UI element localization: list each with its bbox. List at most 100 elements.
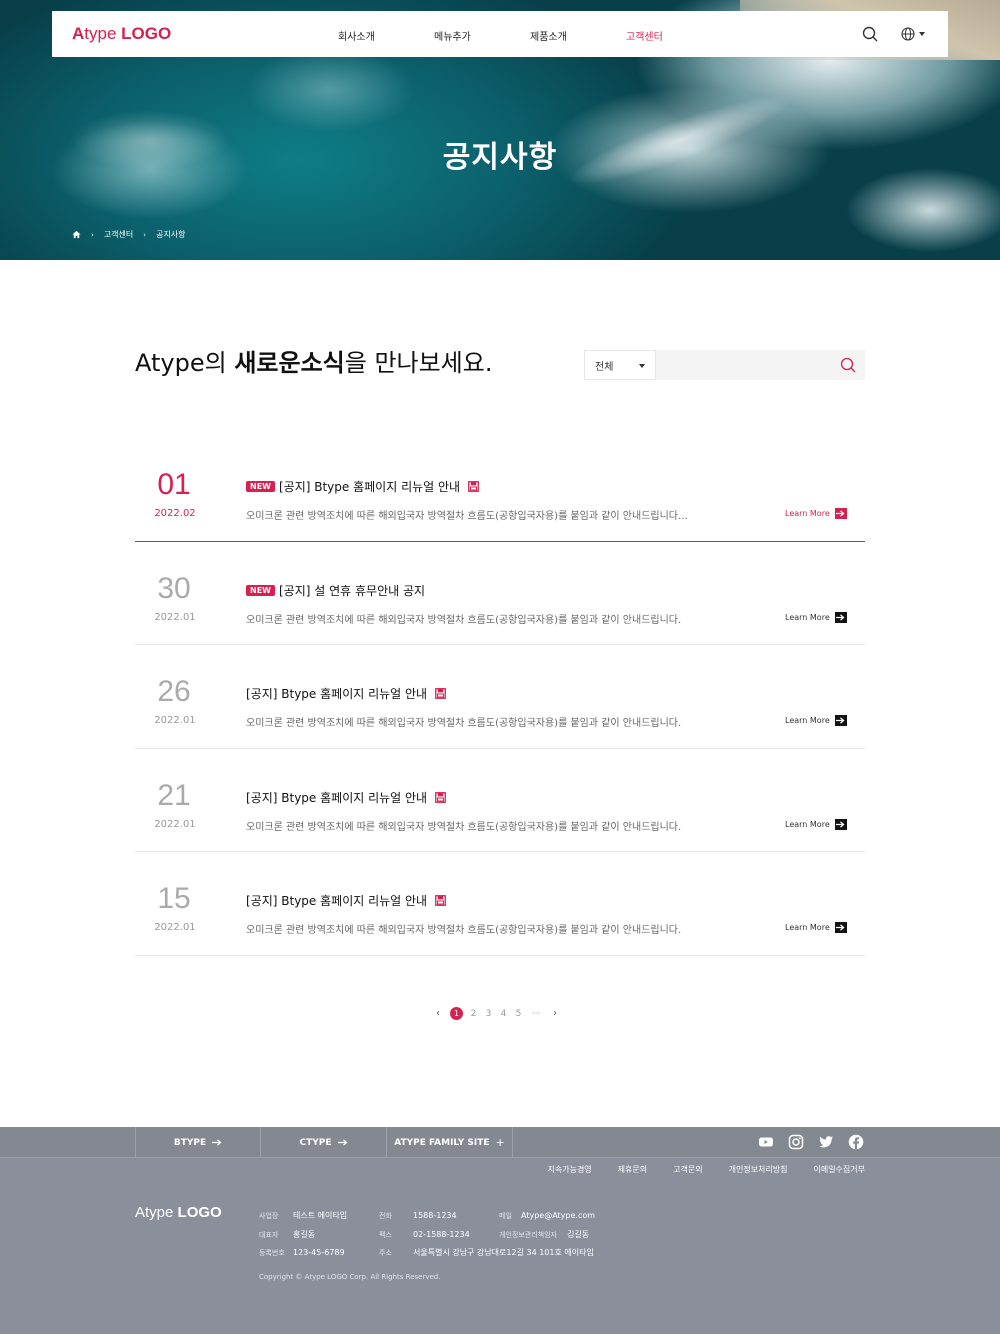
notice-day: 01 — [157, 468, 191, 501]
home-icon[interactable] — [72, 230, 81, 239]
footer-link[interactable]: 지속가능경영 — [548, 1164, 592, 1175]
notice-title-line[interactable]: NEW [공지] Btype 홈페이지 리뉴얼 안내 — [246, 478, 479, 495]
breadcrumb-item[interactable]: 공지사항 — [156, 229, 185, 240]
notice-row[interactable]: 15 2022.01 [공지] Btype 홈페이지 리뉴얼 안내오미크론 관련 방… — [135, 852, 865, 956]
section-headline: Atype의 새로운소식을 만나보세요. — [135, 349, 493, 377]
nav-item-company[interactable]: 회사소개 — [338, 28, 434, 43]
notice-title[interactable]: [공지] Btype 홈페이지 리뉴얼 안내 — [246, 892, 427, 909]
arrow-right-icon — [212, 1139, 222, 1146]
learn-more-link[interactable]: Learn More — [785, 818, 847, 830]
site-logo[interactable]: Atype LOGO — [72, 24, 171, 44]
notice-row[interactable]: 30 2022.01 NEW [공지] 설 연휴 휴무안내 공지오미크론 관련 방역조… — [135, 542, 865, 646]
footer-family-bar: BTYPE CTYPE ATYPE FAMILY SITE + — [0, 1127, 1000, 1158]
caret-down-icon — [919, 32, 925, 36]
notice-day: 26 — [157, 675, 191, 709]
footer-links: 지속가능경영 제휴문의 고객문의 개인정보처리방침 이메일수집거부 — [548, 1164, 866, 1175]
language-selector[interactable] — [901, 26, 929, 42]
notice-title-line[interactable]: NEW [공지] 설 연휴 휴무안내 공지 — [246, 582, 425, 599]
learn-more-link[interactable]: Learn More — [785, 715, 847, 727]
learn-more-link[interactable]: Learn More — [785, 508, 847, 519]
footer-logo: Atype LOGO — [135, 1204, 222, 1221]
notice-title[interactable]: [공지] Btype 홈페이지 리뉴얼 안내 — [246, 789, 427, 806]
search-input[interactable] — [656, 350, 865, 380]
notice-row[interactable]: 01 2022.02 NEW [공지] Btype 홈페이지 리뉴얼 안내 오미크론 관… — [135, 438, 865, 542]
nav-item-menu-add[interactable]: 메뉴추가 — [434, 28, 530, 43]
caret-down-icon — [639, 364, 645, 368]
arrow-right-icon — [834, 715, 847, 727]
plus-icon: + — [495, 1136, 505, 1149]
globe-icon — [901, 27, 915, 41]
notice-row[interactable]: 26 2022.01 [공지] Btype 홈페이지 리뉴얼 안내오미크론 관련 방… — [135, 645, 865, 749]
page-button[interactable]: 1 — [450, 1007, 463, 1020]
notice-title[interactable]: [공지] 설 연휴 휴무안내 공지 — [279, 582, 425, 599]
company-info: 사업장 테스트 에이타입 대표자 홍길동 등록번호 123-45-6789 — [259, 1211, 348, 1257]
social-links — [758, 1134, 864, 1150]
footer: BTYPE CTYPE ATYPE FAMILY SITE + 지속가능경영 제… — [0, 1127, 1000, 1334]
notice-date: 2022.01 — [154, 715, 196, 727]
footer-link[interactable]: 제휴문의 — [618, 1164, 647, 1175]
new-badge: NEW — [246, 584, 275, 596]
arrow-right-icon — [834, 818, 847, 830]
footer-link[interactable]: 개인정보처리방침 — [729, 1164, 788, 1175]
page-ellipsis: ··· — [531, 1008, 541, 1019]
notice-title-line[interactable]: [공지] Btype 홈페이지 리뉴얼 안내 — [246, 789, 447, 806]
arrow-right-icon — [834, 508, 847, 519]
notice-title[interactable]: [공지] Btype 홈페이지 리뉴얼 안내 — [279, 478, 460, 495]
manager-info: 메일 Atype@Atype.com 개인정보관리책임자 김길동 — [499, 1211, 596, 1239]
nav-item-products[interactable]: 제품소개 — [530, 28, 626, 43]
attachment-icon — [435, 791, 447, 803]
notice-summary: 오미크론 관련 방역조치에 따른 해외입국자 방역절차 흐름도(공항입국자용)를… — [246, 718, 682, 730]
page-button[interactable]: 5 — [514, 1009, 523, 1019]
notice-summary: 오미크론 관련 방역조치에 따른 해외입국자 방역절차 흐름도(공항입국자용)를… — [246, 821, 682, 833]
chevron-right-icon[interactable]: › — [549, 1008, 561, 1019]
notice-date: 2022.01 — [154, 611, 196, 623]
arrow-right-icon — [337, 1139, 347, 1146]
notice-title-line[interactable]: [공지] Btype 홈페이지 리뉴얼 안내 — [246, 685, 447, 702]
learn-more-link[interactable]: Learn More — [785, 611, 847, 623]
notice-summary: 오미크론 관련 방역조치에 따른 해외입국자 방역절차 흐름도(공항입국자용)를… — [246, 925, 682, 937]
top-header: Atype LOGO 회사소개 메뉴추가 제품소개 고객센터 — [52, 11, 948, 57]
footer-link[interactable]: 고객문의 — [673, 1164, 702, 1175]
notice-search: 전체 — [584, 350, 865, 380]
arrow-right-icon — [834, 922, 847, 934]
notice-day: 30 — [157, 571, 191, 605]
instagram-icon[interactable] — [788, 1134, 804, 1150]
nav-item-support[interactable]: 고객센터 — [626, 28, 722, 43]
page-button[interactable]: 4 — [499, 1009, 508, 1019]
notice-row[interactable]: 21 2022.01 [공지] Btype 홈페이지 리뉴얼 안내오미크론 관련 방… — [135, 749, 865, 853]
facebook-icon[interactable] — [848, 1134, 864, 1150]
chevron-left-icon[interactable]: ‹ — [432, 1008, 444, 1019]
attachment-icon — [435, 895, 447, 907]
youtube-icon[interactable] — [758, 1134, 774, 1150]
chevron-right-icon: › — [91, 230, 94, 239]
search-category-select[interactable]: 전체 — [584, 350, 656, 380]
notice-title-line[interactable]: [공지] Btype 홈페이지 리뉴얼 안내 — [246, 892, 447, 909]
arrow-right-icon — [834, 611, 847, 623]
notice-title[interactable]: [공지] Btype 홈페이지 리뉴얼 안내 — [246, 685, 427, 702]
notice-date: 2022.01 — [154, 922, 196, 934]
notice-day: 15 — [157, 882, 191, 916]
notice-date: 2022.02 — [154, 508, 196, 519]
family-link-btype[interactable]: BTYPE — [135, 1127, 261, 1158]
copyright: Copyright © Atype LOGO Corp. All Rights … — [259, 1273, 441, 1281]
twitter-icon[interactable] — [818, 1134, 834, 1150]
page-button[interactable]: 2 — [469, 1009, 478, 1019]
search-icon[interactable] — [840, 357, 856, 373]
breadcrumb-item[interactable]: 고객센터 — [104, 229, 133, 240]
learn-more-link[interactable]: Learn More — [785, 922, 847, 934]
breadcrumb: › 고객센터 › 공지사항 — [72, 229, 186, 240]
new-badge: NEW — [246, 481, 275, 492]
search-icon[interactable] — [862, 26, 878, 42]
main-nav: 회사소개 메뉴추가 제품소개 고객센터 — [338, 28, 722, 43]
family-site-dropdown[interactable]: ATYPE FAMILY SITE + — [387, 1127, 513, 1158]
footer-link[interactable]: 이메일수집거부 — [813, 1164, 865, 1175]
attachment-icon — [435, 688, 447, 700]
family-link-ctype[interactable]: CTYPE — [261, 1127, 387, 1158]
notice-date: 2022.01 — [154, 818, 196, 830]
notice-summary: 오미크론 관련 방역조치에 따른 해외입국자 방역절차 흐름도(공항입국자용)를… — [246, 614, 682, 626]
chevron-right-icon: › — [143, 230, 147, 239]
page-button[interactable]: 3 — [484, 1009, 493, 1019]
notice-day: 21 — [157, 778, 191, 812]
page-title: 공지사항 — [442, 140, 558, 175]
pagination: ‹ 1 2 3 4 5 ··· › — [432, 1007, 561, 1020]
